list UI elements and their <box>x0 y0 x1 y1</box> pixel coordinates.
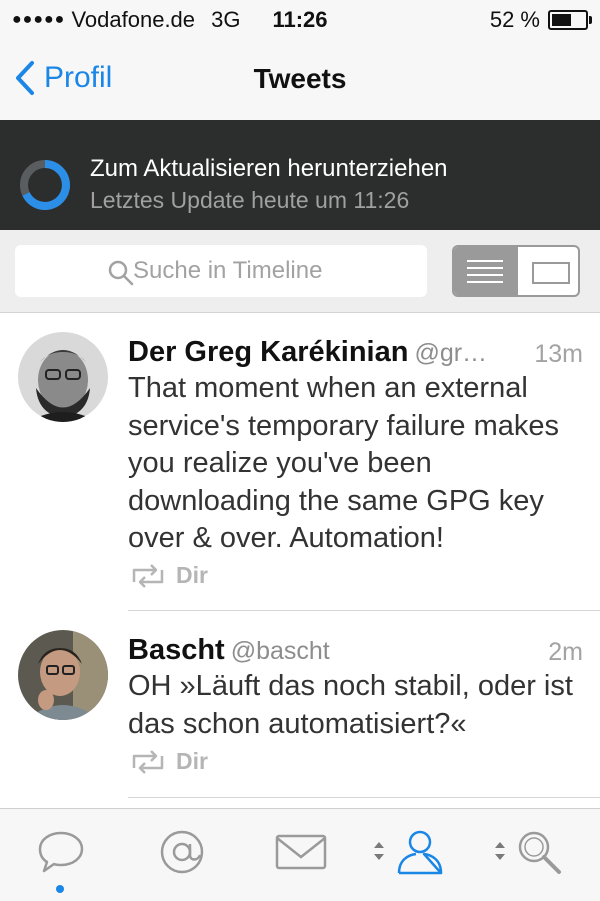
battery-percent: 52 % <box>489 7 540 32</box>
divider <box>128 610 600 611</box>
search-row: Suche in Timeline <box>0 230 600 313</box>
card-view-button[interactable] <box>532 262 570 284</box>
tweet-timestamp: 13m <box>534 340 583 368</box>
author-name[interactable]: Bascht <box>128 634 225 666</box>
tab-mentions[interactable] <box>157 827 207 882</box>
avatar-photo-bascht <box>18 630 108 720</box>
view-mode-toggle[interactable] <box>452 245 580 297</box>
page-title: Tweets <box>253 63 347 94</box>
tweet-timestamp: 2m <box>548 638 583 666</box>
tweet-text: That moment when an external service's t… <box>128 372 560 554</box>
active-tab-indicator <box>56 885 64 893</box>
status-bar: ●●●●● Vodafone.de 3G 11:26 52 % <box>0 0 600 40</box>
author-handle[interactable]: @bascht <box>231 637 330 665</box>
refresh-spinner-icon <box>20 160 70 210</box>
person-icon <box>397 830 443 875</box>
magnifier-icon <box>518 831 561 874</box>
battery-icon <box>548 10 592 30</box>
retweet-info: Dir <box>128 562 208 589</box>
retweet-label: Dir <box>176 562 208 588</box>
last-update-text: Letztes Update heute um 11:26 <box>90 187 410 213</box>
refresh-title: Zum Aktualisieren herunterziehen <box>90 155 448 182</box>
tab-messages[interactable] <box>274 827 328 882</box>
retweet-icon <box>132 749 164 774</box>
search-icon <box>108 260 134 286</box>
author-name[interactable]: Der Greg Karékinian <box>128 336 408 368</box>
pull-to-refresh-banner: Zum Aktualisieren herunterziehen Letztes… <box>0 120 600 230</box>
retweet-label: Dir <box>176 748 208 774</box>
avatar-photo-greg <box>18 332 108 422</box>
list-view-button[interactable] <box>454 247 518 295</box>
tab-timeline[interactable] <box>36 827 86 882</box>
at-sign-icon <box>160 830 204 874</box>
tab-search[interactable] <box>514 827 564 882</box>
battery-info: 52 % <box>489 7 592 33</box>
tab-profile[interactable] <box>394 827 446 882</box>
switch-search-icon[interactable] <box>493 839 507 863</box>
retweet-icon <box>132 563 164 588</box>
author-handle[interactable]: @gr… <box>414 339 487 367</box>
retweet-info: Dir <box>128 748 208 775</box>
tweet-header: Der Greg Karékinian @gr… 13m <box>128 336 583 372</box>
tweet-header: Bascht @bascht 2m <box>128 634 583 670</box>
tab-bar <box>0 808 600 901</box>
envelope-icon <box>275 834 327 870</box>
avatar[interactable] <box>18 630 108 720</box>
navigation-bar: Profil Tweets <box>0 40 600 120</box>
search-placeholder: Suche in Timeline <box>133 257 323 284</box>
divider <box>128 797 600 798</box>
chat-bubble-icon <box>38 831 84 873</box>
avatar[interactable] <box>18 332 108 422</box>
switch-account-icon[interactable] <box>372 839 386 863</box>
search-input[interactable]: Suche in Timeline <box>15 245 427 297</box>
tweet-text: OH »Läuft das noch stabil, oder ist das … <box>128 670 573 740</box>
